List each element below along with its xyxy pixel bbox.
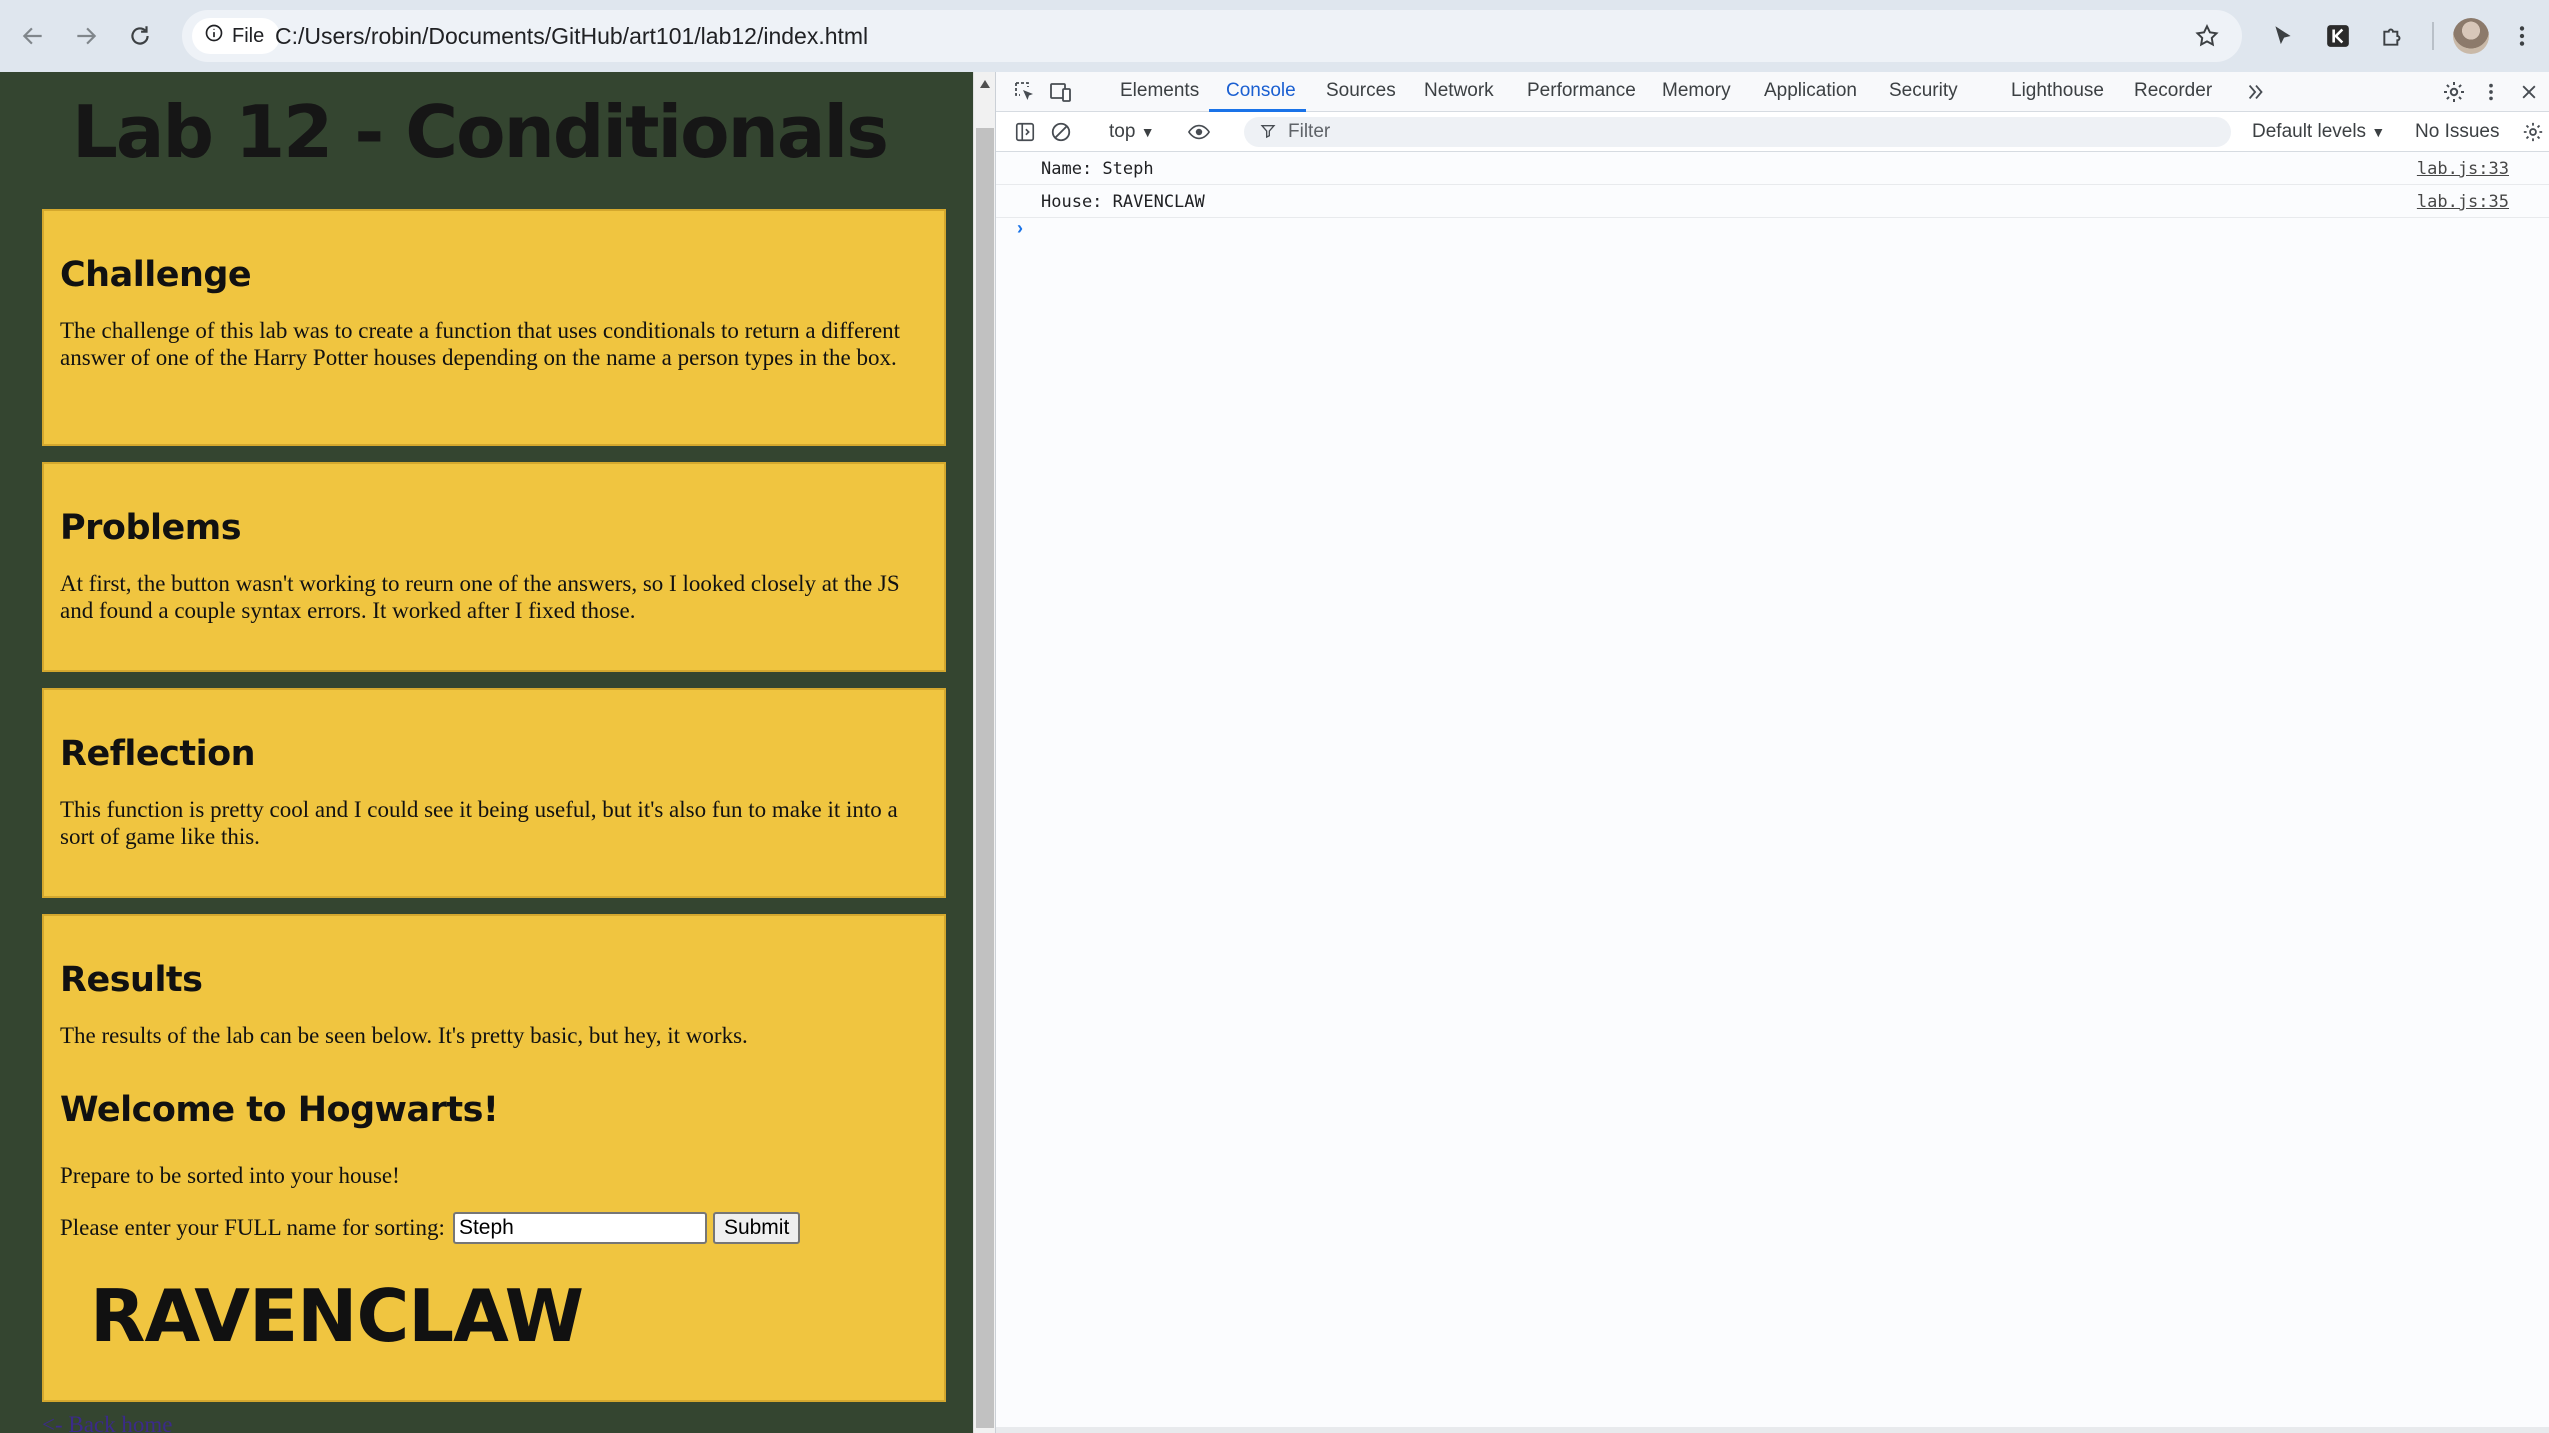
tab-application[interactable]: Application — [1764, 80, 1857, 102]
address-bar[interactable]: File C:/Users/robin/Documents/GitHub/art… — [182, 10, 2242, 62]
log-message: House: RAVENCLAW — [1041, 192, 1205, 212]
browser-menu-icon[interactable] — [2503, 17, 2541, 55]
console-filter-input[interactable]: Filter — [1244, 117, 2231, 147]
reflection-text: This function is pretty cool and I could… — [60, 797, 898, 849]
inspect-element-icon[interactable] — [1010, 77, 1040, 107]
tab-sources[interactable]: Sources — [1326, 80, 1396, 102]
sidebar-toggle-icon[interactable] — [1010, 117, 1040, 147]
results-section: Results The results of the lab can be se… — [42, 914, 946, 1402]
filter-placeholder: Filter — [1288, 121, 1331, 142]
tab-elements[interactable]: Elements — [1120, 80, 1199, 102]
profile-avatar[interactable] — [2453, 18, 2489, 54]
challenge-text: The challenge of this lab was to create … — [60, 318, 901, 370]
welcome-heading: Welcome to Hogwarts! — [60, 1090, 499, 1130]
reflection-heading: Reflection — [60, 734, 256, 774]
devtools-panel: Elements Console Sources Network Perform… — [995, 72, 2549, 1433]
scrollbar-thumb[interactable] — [976, 128, 994, 1428]
challenge-heading: Challenge — [60, 255, 252, 295]
console-toolbar: top ▼ Filter Default levels ▼ No Issues — [996, 112, 2549, 152]
prepare-text: Prepare to be sorted into your house! — [60, 1163, 400, 1188]
console-log-row: Name: Steph lab.js:33 — [996, 152, 2549, 185]
devtools-bottom-edge — [996, 1427, 2549, 1433]
page-scrollbar[interactable] — [973, 72, 995, 1433]
console-log-row: House: RAVENCLAW lab.js:35 — [996, 185, 2549, 218]
tab-performance[interactable]: Performance — [1527, 80, 1636, 102]
cursor-extension-icon[interactable] — [2264, 17, 2302, 55]
tab-memory[interactable]: Memory — [1662, 80, 1731, 102]
toolbar-divider — [2432, 22, 2434, 50]
page-title: Lab 12 - Conditionals — [72, 90, 889, 174]
tab-network[interactable]: Network — [1424, 80, 1494, 102]
more-tabs-chevron-icon[interactable] — [2241, 77, 2271, 107]
reload-icon[interactable] — [121, 17, 159, 55]
console-output: Name: Steph lab.js:33 House: RAVENCLAW l… — [996, 152, 2549, 1433]
url-text[interactable]: C:/Users/robin/Documents/GitHub/art101/l… — [275, 23, 868, 50]
name-label: Please enter your FULL name for sorting: — [60, 1215, 445, 1240]
site-chip-label: File — [232, 24, 265, 47]
issues-counter[interactable]: No Issues — [2415, 121, 2499, 143]
problems-text: At first, the button wasn't working to r… — [60, 571, 900, 623]
device-toolbar-icon[interactable] — [1046, 77, 1076, 107]
problems-section: Problems At first, the button wasn't wor… — [42, 462, 946, 672]
context-selector[interactable]: top ▼ — [1109, 121, 1155, 143]
console-prompt-chevron-icon[interactable]: › — [1017, 218, 1023, 239]
site-info-chip[interactable]: File — [192, 18, 281, 54]
live-expression-eye-icon[interactable] — [1184, 117, 1214, 147]
submit-button[interactable]: Submit — [712, 1212, 801, 1244]
back-home-link[interactable]: <- Back home — [42, 1412, 173, 1433]
forward-icon[interactable] — [67, 17, 105, 55]
dropdown-arrow-icon: ▼ — [1140, 124, 1155, 140]
log-levels-dropdown[interactable]: Default levels ▼ — [2252, 121, 2385, 143]
dropdown-arrow-icon: ▼ — [2371, 124, 2386, 140]
house-result: RAVENCLAW — [90, 1274, 584, 1358]
settings-gear-icon[interactable] — [2439, 77, 2469, 107]
bookmark-star-icon[interactable] — [2188, 17, 2226, 55]
tab-recorder[interactable]: Recorder — [2134, 80, 2212, 102]
problems-heading: Problems — [60, 508, 242, 548]
devtools-menu-icon[interactable] — [2476, 77, 2506, 107]
tab-lighthouse[interactable]: Lighthouse — [2011, 80, 2104, 102]
console-settings-gear-icon[interactable] — [2518, 117, 2548, 147]
results-heading: Results — [60, 960, 203, 1000]
tab-security[interactable]: Security — [1889, 80, 1958, 102]
reflection-section: Reflection This function is pretty cool … — [42, 688, 946, 898]
name-input[interactable] — [452, 1212, 707, 1244]
back-icon[interactable] — [14, 17, 52, 55]
log-source-link[interactable]: lab.js:33 — [2417, 159, 2509, 179]
levels-label: Default levels — [2252, 121, 2367, 142]
log-message: Name: Steph — [1041, 159, 1154, 179]
info-icon — [204, 23, 224, 49]
extensions-puzzle-icon[interactable] — [2374, 17, 2412, 55]
browser-toolbar: File C:/Users/robin/Documents/GitHub/art… — [0, 0, 2549, 72]
scroll-up-arrow-icon[interactable] — [980, 80, 990, 88]
log-source-link[interactable]: lab.js:35 — [2417, 192, 2509, 212]
devtools-tab-bar: Elements Console Sources Network Perform… — [996, 72, 2549, 112]
close-icon[interactable] — [2514, 77, 2544, 107]
challenge-section: Challenge The challenge of this lab was … — [42, 209, 946, 446]
filter-icon — [1260, 123, 1276, 144]
context-value: top — [1109, 121, 1136, 142]
k-extension-icon[interactable] — [2319, 17, 2357, 55]
tab-console[interactable]: Console — [1226, 80, 1296, 102]
sorting-form: Please enter your FULL name for sorting:… — [60, 1212, 801, 1244]
clear-console-icon[interactable] — [1046, 117, 1076, 147]
results-text: The results of the lab can be seen below… — [60, 1023, 748, 1048]
web-page: Lab 12 - Conditionals Challenge The chal… — [0, 72, 973, 1433]
